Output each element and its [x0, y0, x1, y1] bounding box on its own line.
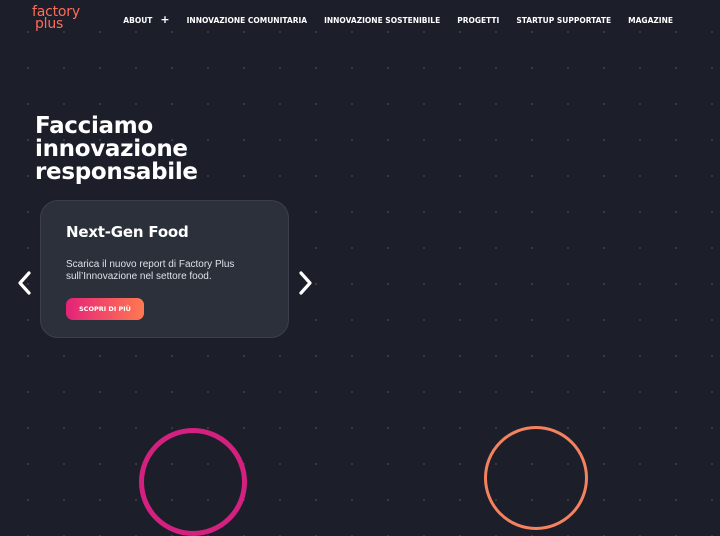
slide-description: Scarica il nuovo report di Factory Plus … [66, 259, 235, 282]
nav-item-progetti[interactable]: PROGETTI [457, 16, 499, 25]
main-nav: ABOUT + INNOVAZIONE COMUNITARIA INNOVAZI… [123, 14, 673, 25]
plus-icon[interactable]: + [160, 14, 169, 25]
chevron-left-glyph [18, 271, 31, 295]
nav-item-innovazione-sostenibile[interactable]: INNOVAZIONE SOSTENIBILE [324, 16, 440, 25]
scopri-di-piu-button[interactable]: SCOPRI DI PIÙ [66, 298, 144, 320]
nav-item-label: PROGETTI [457, 15, 500, 25]
nav-item-label: STARTUP SUPPORTATE [516, 15, 612, 25]
slide-card: Next-Gen Food Scarica il nuovo report di… [40, 200, 289, 338]
nav-item-innovazione-comunitaria[interactable]: INNOVAZIONE COMUNITARIA [187, 16, 307, 25]
chevron-right-glyph [299, 271, 312, 295]
decorative-ring-pink [139, 428, 247, 536]
hero-title: Facciamo innovazione responsabile [35, 115, 255, 184]
nav-item-magazine[interactable]: MAGAZINE [628, 16, 673, 25]
chevron-left-icon[interactable] [17, 271, 33, 300]
nav-item-label: ABOUT [123, 15, 153, 25]
slide-title: Next-Gen Food [66, 223, 189, 241]
nav-item-label: INNOVAZIONE SOSTENIBILE [324, 15, 441, 25]
nav-item-startup-supportate[interactable]: STARTUP SUPPORTATE [516, 16, 611, 25]
chevron-right-icon[interactable] [297, 271, 313, 300]
decorative-ring-orange [484, 426, 588, 530]
nav-item-label: INNOVAZIONE COMUNITARIA [186, 15, 308, 25]
nav-item-about[interactable]: ABOUT + [123, 14, 169, 25]
factory-plus-logo[interactable]: factory plus [32, 5, 80, 31]
nav-item-label: MAGAZINE [628, 15, 673, 25]
hero-title-line: responsabile [35, 159, 198, 185]
